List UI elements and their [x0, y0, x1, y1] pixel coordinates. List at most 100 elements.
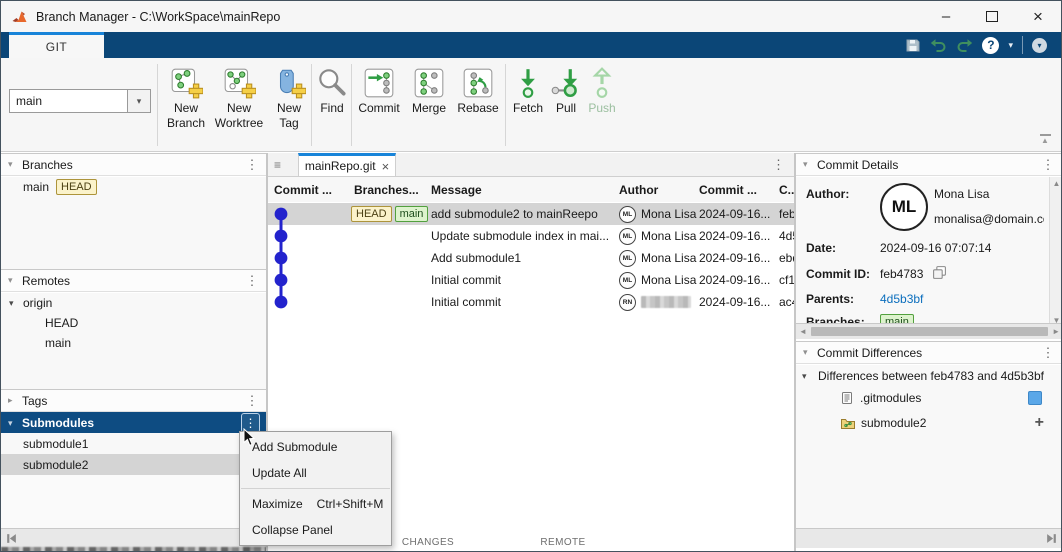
- col-message[interactable]: Message: [425, 177, 620, 202]
- table-row[interactable]: HEAD main add submodule2 to mainReepo ML…: [268, 203, 800, 225]
- panel-menu-icon[interactable]: ≡: [274, 153, 281, 176]
- changes-group: Commit Merge Rebase: [353, 63, 503, 116]
- save-icon[interactable]: [905, 37, 921, 53]
- menu-item-update-all[interactable]: Update All: [240, 460, 391, 486]
- new-branch-button[interactable]: New Branch: [161, 63, 211, 131]
- commit-details-hscrollbar[interactable]: ◄ ►: [796, 323, 1061, 339]
- mouse-cursor: [243, 428, 256, 446]
- remotes-panel-header[interactable]: ▾ Remotes ⋮: [1, 269, 267, 292]
- tags-menu-button[interactable]: ⋮: [244, 393, 260, 409]
- remote-item-origin[interactable]: ▾ origin: [1, 293, 267, 313]
- skip-to-end-icon[interactable]: [1045, 532, 1058, 545]
- diff-file-gitmodules[interactable]: .gitmodules: [840, 391, 1056, 405]
- maximize-button[interactable]: [969, 1, 1015, 32]
- merge-button[interactable]: Merge: [405, 63, 453, 116]
- collapse-triangle-icon[interactable]: ▾: [802, 371, 818, 382]
- commit-details-vscrollbar[interactable]: ▲ ▼: [1049, 177, 1061, 327]
- left-hscrollbar[interactable]: [1, 528, 267, 548]
- diff-file-submodule2[interactable]: submodule2 +: [840, 414, 1056, 432]
- redo-icon[interactable]: [956, 38, 973, 53]
- find-button[interactable]: Find: [313, 63, 351, 116]
- new-worktree-button[interactable]: New Worktree: [211, 63, 267, 131]
- collapse-triangle-icon[interactable]: ▾: [803, 159, 817, 170]
- help-dropdown-icon[interactable]: ▾: [1008, 40, 1013, 51]
- close-button[interactable]: ×: [1015, 1, 1061, 32]
- col-date[interactable]: Commit ...: [693, 177, 780, 202]
- menu-item-maximize[interactable]: Maximize Ctrl+Shift+M: [240, 491, 391, 517]
- push-icon: [592, 67, 612, 98]
- remote-item-main[interactable]: main: [1, 333, 267, 353]
- history-table-body: HEAD main add submodule2 to mainReepo ML…: [268, 203, 800, 313]
- collapse-triangle-icon[interactable]: ▾: [8, 159, 22, 170]
- commit-details-header[interactable]: ▾ Commit Details ⋮: [796, 153, 1061, 176]
- commit-button[interactable]: Commit: [353, 63, 405, 116]
- help-icon[interactable]: ?: [982, 36, 1000, 54]
- collapse-toolstrip-button[interactable]: ▲: [1037, 134, 1053, 145]
- commit-differences-header[interactable]: ▾ Commit Differences ⋮: [796, 341, 1061, 364]
- menu-item-add-submodule[interactable]: Add Submodule: [240, 434, 391, 460]
- current-branch-combobox[interactable]: main ▾: [9, 89, 151, 113]
- skip-to-start-icon[interactable]: [5, 532, 18, 545]
- tags-panel-header[interactable]: ▸ Tags ⋮: [1, 389, 267, 412]
- new-worktree-icon: [224, 68, 256, 99]
- collapse-triangle-icon[interactable]: ▾: [803, 347, 817, 358]
- undo-icon[interactable]: [930, 38, 947, 53]
- col-branches[interactable]: Branches...: [348, 177, 432, 202]
- remote-item-head[interactable]: HEAD: [1, 313, 267, 333]
- collapse-triangle-icon[interactable]: ▾: [8, 275, 22, 286]
- branches-panel-title: Branches: [22, 157, 73, 172]
- table-row[interactable]: Initial commit RN 2024-09-16... ac4: [268, 291, 798, 313]
- author-label: Author:: [806, 187, 850, 201]
- author-name: Mona Lisa: [641, 229, 697, 243]
- commit-message: add submodule2 to mainReepo: [431, 207, 598, 221]
- current-branch-value: main: [16, 94, 43, 108]
- menu-item-collapse-panel[interactable]: Collapse Panel: [240, 517, 391, 543]
- scroll-up-icon[interactable]: ▲: [1053, 179, 1061, 188]
- new-tag-button[interactable]: New Tag: [267, 63, 311, 131]
- commit-details-menu-button[interactable]: ⋮: [1040, 157, 1056, 173]
- submodules-panel-header[interactable]: ▾ Submodules ⋮: [1, 412, 267, 433]
- submodule-item-2[interactable]: submodule2: [1, 454, 267, 475]
- expand-triangle-icon[interactable]: ▾: [9, 298, 23, 309]
- author-name: Mona Lisa: [641, 273, 697, 287]
- commit-differences-menu-button[interactable]: ⋮: [1040, 345, 1056, 361]
- tab-close-icon[interactable]: ×: [382, 159, 390, 174]
- titlebar: Branch Manager - C:\WorkSpace\mainRepo –…: [1, 1, 1061, 32]
- submodules-panel-content: submodule1 submodule2: [1, 433, 267, 528]
- history-menu-button[interactable]: ⋮: [772, 153, 788, 176]
- submodule-item-1[interactable]: submodule1: [1, 433, 267, 454]
- fetch-icon: [521, 69, 535, 98]
- collapse-triangle-icon[interactable]: ▾: [8, 418, 22, 429]
- commit-message: Add submodule1: [431, 251, 522, 265]
- scroll-right-icon[interactable]: ►: [1052, 327, 1060, 336]
- combobox-dropdown-button[interactable]: ▾: [127, 90, 150, 112]
- col-author[interactable]: Author: [613, 177, 700, 202]
- parent-commit-link[interactable]: 4d5b3bf: [880, 292, 923, 306]
- scrollbar-thumb[interactable]: [810, 327, 1049, 336]
- col-commit-graph[interactable]: Commit ...: [268, 177, 355, 202]
- head-badge: HEAD: [351, 206, 392, 222]
- diff-root-node[interactable]: ▾ Differences between feb4783 and 4d5b3b…: [802, 369, 1056, 383]
- qa-menu-icon[interactable]: ▾: [1032, 37, 1047, 53]
- scroll-left-icon[interactable]: ◄: [799, 327, 807, 336]
- table-row[interactable]: Initial commit ML Mona Lisa 2024-09-16..…: [268, 269, 800, 291]
- branches-menu-button[interactable]: ⋮: [244, 157, 260, 173]
- branches-panel-header[interactable]: ▾ Branches ⋮: [1, 153, 267, 176]
- avatar: ML: [619, 227, 636, 245]
- remotes-menu-button[interactable]: ⋮: [244, 273, 260, 289]
- fetch-button[interactable]: Fetch: [508, 63, 548, 116]
- table-row[interactable]: Update submodule index in mai... ML Mona…: [268, 225, 799, 247]
- minimize-button[interactable]: –: [923, 1, 969, 32]
- diff-file-name: submodule2: [861, 416, 927, 430]
- table-row[interactable]: Add submodule1 ML Mona Lisa 2024-09-16..…: [268, 247, 799, 269]
- tab-mainrepo-git[interactable]: mainRepo.git ×: [298, 153, 397, 176]
- matlab-logo-icon: [12, 11, 27, 22]
- rebase-button[interactable]: Rebase: [453, 63, 503, 116]
- right-hscrollbar[interactable]: [796, 528, 1061, 548]
- pull-button[interactable]: Pull: [548, 63, 584, 116]
- branch-item-main[interactable]: main HEAD: [1, 177, 267, 197]
- quick-access-toolbar: ? ▾ ▾: [905, 32, 1047, 58]
- tab-git[interactable]: GIT: [9, 32, 104, 58]
- copy-icon[interactable]: [932, 265, 947, 280]
- expand-triangle-icon[interactable]: ▸: [8, 395, 22, 406]
